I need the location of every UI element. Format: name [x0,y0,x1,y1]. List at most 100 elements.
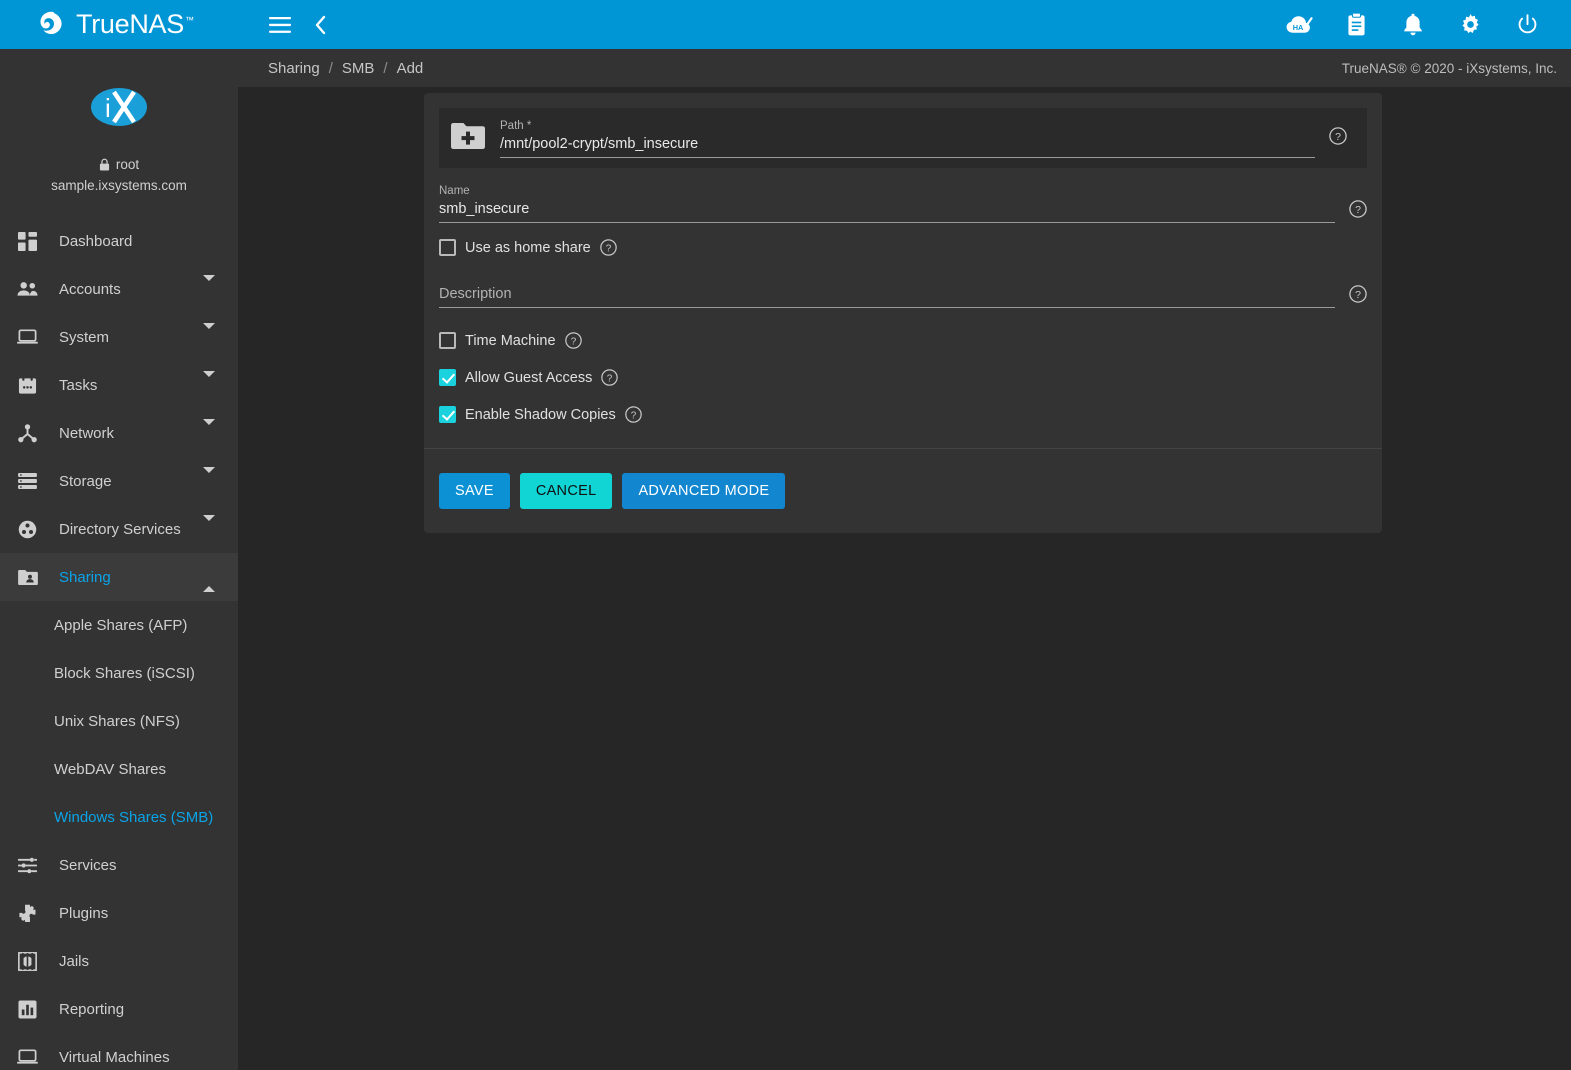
breadcrumb-item-smb[interactable]: SMB [342,60,375,77]
breadcrumb-bar: Sharing / SMB / Add TrueNAS® © 2020 - iX… [238,49,1571,87]
sidebar-item-sharing[interactable]: Sharing [0,553,238,601]
enable-shadow-copies-checkbox[interactable] [439,406,456,423]
sidebar-item-label: Network [59,425,203,442]
name-input-wrapper[interactable]: Name smb_insecure [439,184,1335,223]
breadcrumb-item-add[interactable]: Add [397,60,424,77]
brand-trademark: ™ [185,15,194,25]
description-input[interactable]: Description [439,283,1335,307]
gear-icon[interactable] [1450,5,1490,45]
enable-shadow-copies-row[interactable]: Enable Shadow Copies ? [439,399,1367,430]
tasks-calendar-icon [13,376,42,395]
sidebar-item-label: Accounts [59,281,203,298]
name-label: Name [439,184,1335,198]
path-input-wrapper[interactable]: Path * /mnt/pool2-crypt/smb_insecure [500,119,1315,158]
help-circle-icon[interactable]: ? [1329,127,1347,150]
sidebar-item-services[interactable]: Services [0,841,238,889]
sidebar-item-label: System [59,329,203,346]
sidebar-item-virtual-machines[interactable]: Virtual Machines [0,1033,238,1070]
clipboard-icon[interactable] [1336,5,1376,45]
sidebar-item-dashboard[interactable]: Dashboard [0,217,238,265]
chevron-down-icon[interactable] [203,521,215,538]
bell-icon[interactable] [1393,5,1433,45]
help-circle-icon[interactable]: ? [565,332,582,349]
path-label: Path * [500,119,1315,133]
svg-text:?: ? [1335,131,1341,143]
profile-hostname: sample.ixsystems.com [0,178,238,193]
reporting-chart-icon [13,1000,42,1019]
sidebar-item-storage[interactable]: Storage [0,457,238,505]
use-as-home-share-label: Use as home share [465,240,591,256]
sharing-folder-icon [13,569,42,585]
use-as-home-share-checkbox[interactable] [439,239,456,256]
allow-guest-access-row[interactable]: Allow Guest Access ? [439,362,1367,393]
path-input[interactable]: /mnt/pool2-crypt/smb_insecure [500,133,1315,157]
sidebar-item-label: Jails [59,953,238,970]
advanced-mode-button[interactable]: ADVANCED MODE [622,473,785,509]
svg-text:?: ? [570,336,576,347]
ha-status-icon[interactable]: HA [1279,5,1319,45]
path-field-group: Path * /mnt/pool2-crypt/smb_insecure ? [439,108,1367,168]
description-input-wrapper[interactable]: Description [439,283,1335,308]
name-field-group: Name smb_insecure ? [439,168,1367,223]
sidebar-subitem-windows-shares[interactable]: Windows Shares (SMB) [0,793,238,841]
sidebar-item-plugins[interactable]: Plugins [0,889,238,937]
hamburger-menu-icon[interactable] [260,5,300,45]
svg-text:?: ? [607,373,613,384]
chevron-down-icon[interactable] [203,425,215,442]
sidebar-item-jails[interactable]: Jails [0,937,238,985]
sidebar-item-tasks[interactable]: Tasks [0,361,238,409]
sidebar-item-system[interactable]: System [0,313,238,361]
copyright-text: TrueNAS® © 2020 - iXsystems, Inc. [1342,61,1557,76]
sidebar-subitem-webdav-shares[interactable]: WebDAV Shares [0,745,238,793]
jails-icon [13,952,42,971]
sidebar-subitem-unix-shares[interactable]: Unix Shares (NFS) [0,697,238,745]
chevron-left-icon[interactable] [300,5,340,45]
breadcrumb: Sharing / SMB / Add [268,60,423,77]
breadcrumb-item-sharing[interactable]: Sharing [268,60,320,77]
name-input[interactable]: smb_insecure [439,198,1335,222]
path-underline [500,157,1315,158]
sidebar-item-label: Tasks [59,377,203,394]
sidebar-item-directory-services[interactable]: Directory Services [0,505,238,553]
time-machine-checkbox[interactable] [439,332,456,349]
power-icon[interactable] [1507,5,1547,45]
time-machine-label: Time Machine [465,333,556,349]
svg-text:?: ? [630,410,636,421]
sidebar-subitem-apple-shares[interactable]: Apple Shares (AFP) [0,601,238,649]
chevron-up-icon[interactable] [203,569,215,586]
help-circle-icon[interactable]: ? [1349,200,1367,223]
folder-add-icon[interactable] [451,122,485,155]
sidebar-subitem-block-shares[interactable]: Block Shares (iSCSI) [0,649,238,697]
cancel-button[interactable]: CANCEL [520,473,613,509]
sidebar-item-reporting[interactable]: Reporting [0,985,238,1033]
chevron-down-icon[interactable] [203,473,215,490]
profile-block: i root sample.ixsystems.com [0,49,238,193]
accounts-icon [13,281,42,297]
directory-services-icon [13,520,42,539]
save-button[interactable]: SAVE [439,473,510,509]
sidebar-subitem-label: Block Shares (iSCSI) [54,665,195,682]
main-area: HA [238,0,1571,1070]
breadcrumb-separator: / [329,60,333,77]
chevron-down-icon[interactable] [203,281,215,298]
sidebar-item-label: Reporting [59,1001,238,1018]
help-circle-icon[interactable]: ? [625,406,642,423]
sidebar-item-label: Plugins [59,905,238,922]
network-icon [13,424,42,443]
chevron-down-icon[interactable] [203,377,215,394]
help-circle-icon[interactable]: ? [600,239,617,256]
use-as-home-share-row[interactable]: Use as home share ? [439,232,1367,263]
help-circle-icon[interactable]: ? [1349,285,1367,308]
breadcrumb-separator: / [383,60,387,77]
sidebar-item-label: Storage [59,473,203,490]
truenas-logo-icon [34,9,65,40]
chevron-down-icon[interactable] [203,329,215,346]
sidebar-item-accounts[interactable]: Accounts [0,265,238,313]
profile-user: root [0,157,238,172]
help-circle-icon[interactable]: ? [601,369,618,386]
name-underline [439,222,1335,223]
allow-guest-access-checkbox[interactable] [439,369,456,386]
time-machine-row[interactable]: Time Machine ? [439,325,1367,356]
sidebar-item-network[interactable]: Network [0,409,238,457]
sidebar-item-label: Services [59,857,238,874]
